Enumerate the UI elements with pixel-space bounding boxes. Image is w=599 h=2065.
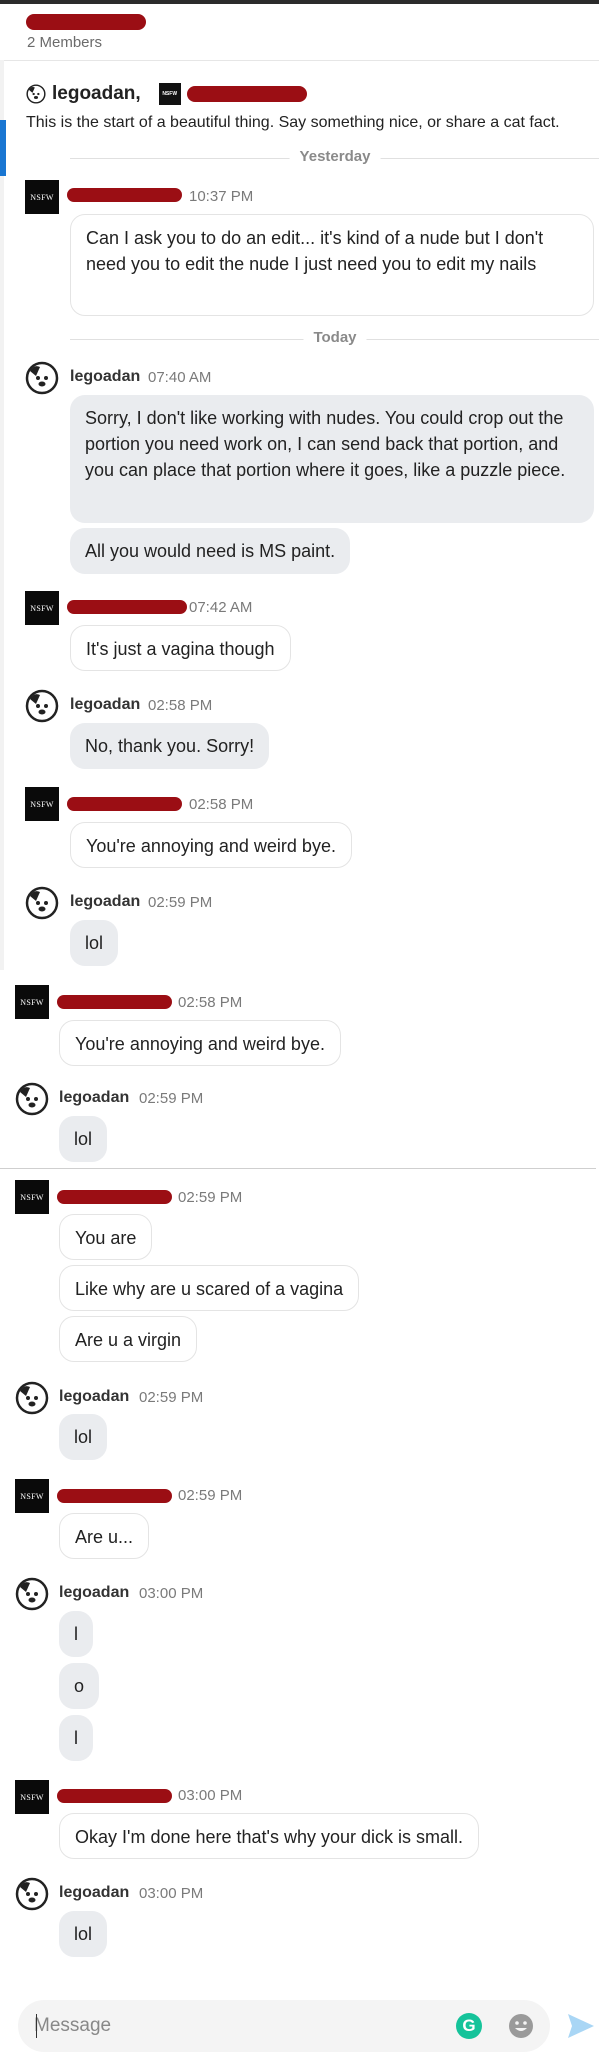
nsfw-avatar[interactable]: NSFW — [25, 591, 59, 625]
message-bubble: Sorry, I don't like working with nudes. … — [70, 395, 594, 523]
username-legoadan[interactable]: legoadan — [70, 696, 140, 714]
intro-name-legoadan[interactable]: legoadan, — [52, 83, 141, 105]
message-bubble: You're annoying and weird bye. — [70, 822, 352, 868]
username-legoadan[interactable]: legoadan — [59, 1584, 129, 1602]
message-bubble: Okay I'm done here that's why your dick … — [59, 1813, 480, 1859]
redacted-intro-name — [186, 86, 307, 102]
message-bubble: lol — [59, 1414, 108, 1460]
left-edge-shade — [0, 60, 4, 970]
dog-face-icon[interactable] — [15, 1877, 49, 1911]
message-time: 03:00 PM — [178, 1787, 243, 1804]
message-time: 02:59 PM — [178, 1189, 243, 1206]
intro-text: This is the start of a beautiful thing. … — [26, 114, 560, 131]
message-bubble: You're annoying and weird bye. — [59, 1020, 341, 1066]
redacted-username — [57, 995, 172, 1009]
send-icon[interactable] — [566, 2012, 596, 2040]
grammarly-icon[interactable]: G — [456, 2013, 482, 2039]
message-bubble: lol — [59, 1116, 108, 1162]
message-input[interactable] — [34, 2012, 434, 2040]
message-bubble: Are u... — [59, 1513, 150, 1559]
date-divider-yesterday: Yesterday — [70, 148, 599, 168]
nsfw-avatar[interactable]: NSFW — [25, 180, 59, 214]
message-bubble: lol — [70, 920, 119, 966]
intro-participants: legoadan, NSFW — [26, 82, 307, 106]
message-time: 02:58 PM — [189, 796, 254, 813]
message-bubble: All you would need is MS paint. — [70, 528, 351, 574]
message-time: 03:00 PM — [139, 1585, 204, 1602]
nsfw-avatar[interactable]: NSFW — [15, 1780, 49, 1814]
dog-face-icon[interactable] — [25, 886, 59, 920]
dog-face-icon[interactable] — [15, 1082, 49, 1116]
nsfw-avatar-small: NSFW — [158, 83, 181, 105]
message-time: 10:37 PM — [189, 188, 254, 205]
message-bubble: It's just a vagina though — [70, 625, 291, 671]
redacted-username — [67, 600, 187, 614]
message-bubble: Can I ask you to do an edit... it's kind… — [70, 214, 594, 316]
top-border — [0, 0, 599, 4]
dog-face-icon[interactable] — [25, 361, 59, 395]
message-time: 02:58 PM — [178, 994, 243, 1011]
date-divider-today: Today — [70, 329, 599, 349]
redacted-username — [67, 188, 182, 202]
message-bubble: You are — [59, 1214, 153, 1260]
redacted-username — [57, 1489, 172, 1503]
message-time: 02:58 PM — [148, 697, 213, 714]
message-time: 07:40 AM — [148, 369, 212, 386]
message-time: 02:59 PM — [139, 1090, 204, 1107]
message-composer: G — [18, 2000, 550, 2052]
message-bubble: l — [59, 1611, 93, 1657]
message-time: 02:59 PM — [139, 1389, 204, 1406]
message-bubble: Are u a virgin — [59, 1316, 198, 1362]
nsfw-avatar[interactable]: NSFW — [15, 1479, 49, 1513]
message-bubble: o — [59, 1663, 100, 1709]
redacted-chat-title — [26, 14, 146, 30]
message-bubble: Like why are u scared of a vagina — [59, 1265, 360, 1311]
username-legoadan[interactable]: legoadan — [70, 368, 140, 386]
header-divider — [0, 60, 599, 61]
accent-bar — [0, 120, 6, 176]
message-bubble: l — [59, 1715, 93, 1761]
screenshot-seam — [0, 1168, 596, 1169]
dog-face-icon — [26, 84, 46, 104]
text-caret — [36, 2014, 37, 2038]
redacted-username — [57, 1789, 172, 1803]
username-legoadan[interactable]: legoadan — [59, 1089, 129, 1107]
message-time: 03:00 PM — [139, 1885, 204, 1902]
username-legoadan[interactable]: legoadan — [70, 893, 140, 911]
message-bubble: No, thank you. Sorry! — [70, 723, 270, 769]
username-legoadan[interactable]: legoadan — [59, 1884, 129, 1902]
member-count[interactable]: 2 Members — [27, 34, 102, 51]
dog-face-icon[interactable] — [15, 1381, 49, 1415]
emoji-icon[interactable] — [508, 2013, 534, 2039]
redacted-username — [67, 797, 182, 811]
username-legoadan[interactable]: legoadan — [59, 1388, 129, 1406]
message-time: 02:59 PM — [148, 894, 213, 911]
nsfw-avatar[interactable]: NSFW — [15, 985, 49, 1019]
message-time: 07:42 AM — [189, 599, 253, 616]
redacted-username — [57, 1190, 172, 1204]
dog-face-icon[interactable] — [15, 1577, 49, 1611]
nsfw-avatar[interactable]: NSFW — [25, 787, 59, 821]
dog-face-icon[interactable] — [25, 689, 59, 723]
message-time: 02:59 PM — [178, 1487, 243, 1504]
nsfw-avatar[interactable]: NSFW — [15, 1180, 49, 1214]
message-bubble: lol — [59, 1911, 108, 1957]
